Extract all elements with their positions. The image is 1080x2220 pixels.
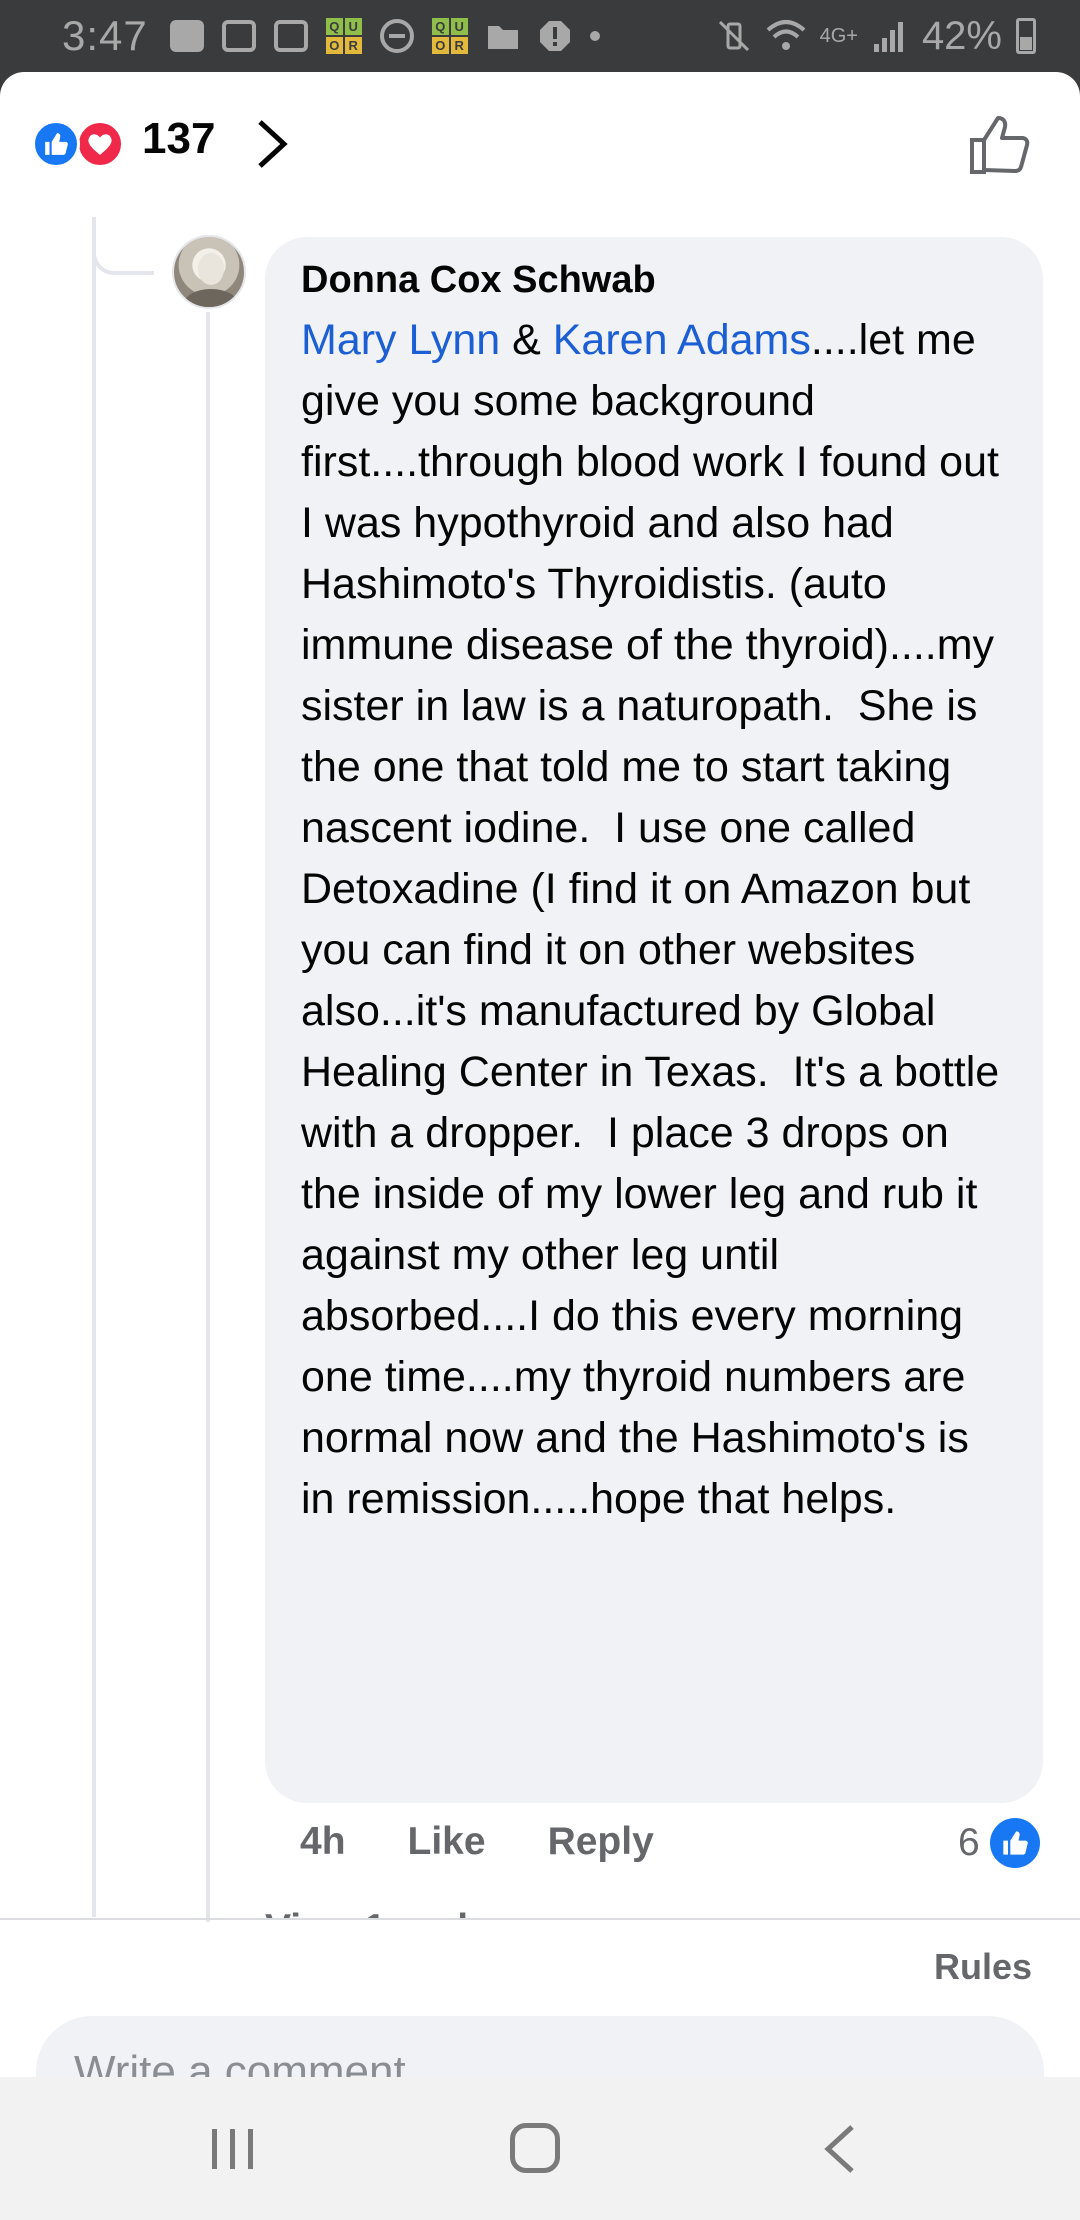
more-notifications-dot [589, 31, 600, 41]
comment-reply-button[interactable]: Reply [548, 1820, 654, 1864]
alert-icon [539, 21, 570, 51]
recent-apps-icon[interactable] [208, 2127, 258, 2171]
comment-timestamp[interactable]: 4h [300, 1820, 346, 1864]
chevron-right-icon[interactable] [252, 118, 292, 170]
comment-like-button[interactable]: Like [408, 1820, 486, 1864]
comment-bubble: Donna Cox Schwab Mary Lynn & Karen Adams… [265, 237, 1043, 1803]
system-status: 4G+ 42% [716, 14, 1036, 59]
signal-icon [873, 22, 903, 52]
system-nav-bar [0, 2077, 1080, 2220]
vibrate-mute-icon [718, 20, 749, 52]
comment-body: ....let me give you some background firs… [301, 316, 1012, 1523]
quora-icon: QUOR [325, 18, 362, 54]
folder-icon [487, 26, 518, 49]
mention-link[interactable]: Mary Lynn [301, 316, 500, 364]
wallet-icon [221, 20, 256, 52]
thumbs-up-icon[interactable] [968, 112, 1032, 176]
battery-icon [1016, 18, 1036, 54]
wifi-icon [766, 20, 805, 50]
love-reaction-icon [76, 120, 124, 168]
comment-text: Mary Lynn & Karen Adams....let me give y… [301, 310, 1007, 1530]
mention-connector: & [500, 316, 553, 364]
rules-link[interactable]: Rules [934, 1946, 1032, 1988]
divider [0, 1918, 1080, 1920]
thread-connector [92, 217, 154, 275]
reactions-summary[interactable]: 137 [0, 72, 1080, 217]
notification-icons: QUOR QUOR [169, 18, 600, 54]
do-not-disturb-icon [379, 19, 414, 53]
home-icon[interactable] [510, 2123, 560, 2173]
comment-input[interactable]: Write a comment… [36, 2016, 1044, 2077]
comments-sheet: 137 Donna Cox Schwab Mary Lynn & Karen A… [0, 72, 1080, 2077]
like-reaction-icon [989, 1818, 1040, 1868]
back-icon[interactable] [820, 2123, 860, 2175]
comment-like-count: 6 [958, 1821, 980, 1864]
reply-thread-line [206, 312, 210, 1922]
network-type: 4G+ [819, 24, 858, 47]
status-time: 3:47 [62, 12, 148, 59]
comment-author[interactable]: Donna Cox Schwab [301, 259, 1007, 302]
avatar[interactable] [172, 235, 246, 309]
reaction-count: 137 [142, 114, 216, 163]
status-bar: 3:47 QUOR QUOR 4G+ 42% [0, 0, 1080, 72]
quora-icon-2: QUOR [431, 18, 468, 54]
mention-link[interactable]: Karen Adams [553, 316, 811, 364]
comment-actions: 4h Like Reply [300, 1820, 654, 1864]
message-icon [273, 20, 308, 52]
thread-line [92, 217, 96, 1917]
comment-reaction-summary[interactable]: 6 [958, 1818, 1040, 1868]
notification-app-icon [169, 20, 204, 52]
battery-percent: 42% [921, 13, 1002, 58]
like-reaction-icon [32, 120, 80, 168]
